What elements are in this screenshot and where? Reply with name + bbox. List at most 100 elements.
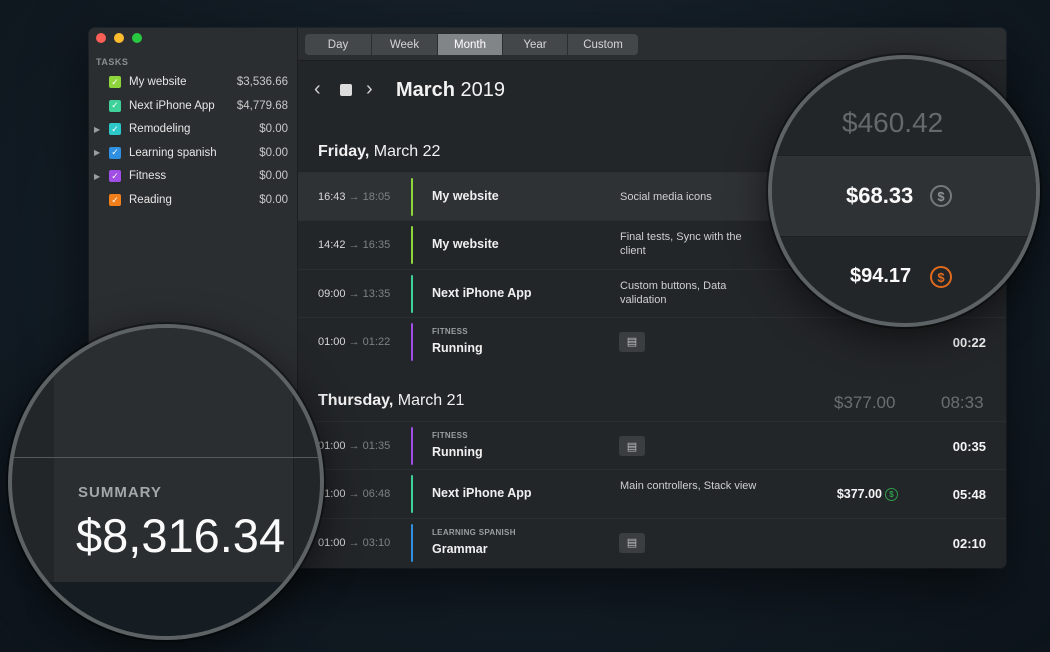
entry-task-tag: FITNESS [432, 326, 468, 336]
entry-end: 13:35 [362, 287, 391, 300]
entry-title: Next iPhone App [432, 486, 532, 501]
task-item[interactable]: ▶ ✓ Fitness $0.00 [89, 165, 298, 187]
entry-end: 01:35 [362, 440, 391, 452]
task-color-bar [411, 523, 413, 562]
day-date: March 22 [373, 143, 441, 160]
task-item[interactable]: ▶ ✓ Learning spanish $0.00 [89, 142, 298, 164]
entry-title: Running [432, 340, 483, 355]
task-checkbox[interactable]: ✓ [109, 76, 121, 88]
day-weekday: Thursday, [318, 392, 394, 409]
task-item[interactable]: ▶ ✓ Remodeling $0.00 [89, 118, 298, 140]
window-controls [96, 33, 142, 43]
entry-title: Running [432, 445, 483, 459]
task-name: Remodeling [129, 123, 191, 136]
dollar-coin-icon[interactable]: $ [930, 185, 952, 207]
entry-start: 16:43 [318, 191, 346, 203]
disclosure-triangle-icon[interactable]: ▶ [94, 148, 100, 157]
task-color-bar [411, 427, 413, 465]
entry-time-range: 01:00 → 03:10 [318, 536, 391, 549]
task-color-bar [411, 178, 413, 216]
zoom-window-button[interactable] [132, 33, 142, 43]
period-year: 2019 [460, 79, 505, 101]
day-header: Friday, March 22 [318, 143, 440, 161]
segment-week[interactable]: Week [372, 34, 438, 55]
previous-period-icon[interactable]: ‹ [314, 78, 334, 101]
entry-start: 09:00 [318, 287, 346, 300]
task-color-bar [411, 226, 413, 265]
task-name: Reading [129, 194, 172, 206]
add-note-icon[interactable]: ▤ [619, 331, 645, 352]
disclosure-triangle-icon[interactable]: ▶ [94, 125, 100, 134]
task-amount: $0.00 [259, 194, 288, 206]
task-item[interactable]: ✓ Next iPhone App $4,779.68 [89, 95, 298, 117]
entry-time-range: 09:00 → 13:35 [318, 287, 391, 300]
task-name: Fitness [129, 170, 167, 183]
task-amount: $3,536.66 [236, 76, 288, 88]
segment-month[interactable]: Month [438, 34, 503, 55]
entry-time-range: 14:42 → 16:35 [318, 239, 391, 252]
minimize-window-button[interactable] [114, 33, 124, 43]
entry-amount: $68.33 [846, 183, 914, 208]
entry-start: 01:00 [318, 335, 346, 348]
entry-time-range: 01:00 → 01:35 [318, 440, 391, 452]
entry-duration: 00:22 [952, 334, 986, 350]
time-entry-row[interactable]: 01:00 → 01:35 FITNESS Running ▤ 00:35 [298, 421, 1006, 469]
entry-start: 01:00 [318, 536, 346, 549]
period-navigation: ‹ › [314, 78, 386, 101]
task-checkbox[interactable]: ✓ [109, 99, 121, 112]
entry-time-range: 16:43 → 18:05 [318, 191, 391, 203]
dollar-coin-icon[interactable]: $ [885, 488, 898, 502]
entry-task-tag: LEARNING SPANISH [432, 527, 516, 537]
segment-year[interactable]: Year [503, 34, 568, 55]
entry-note: Social media icons [620, 191, 712, 203]
task-checkbox[interactable]: ✓ [109, 123, 121, 136]
task-name: Learning spanish [129, 146, 217, 159]
segment-day[interactable]: Day [305, 34, 372, 55]
entry-amount: $377.00 [836, 487, 882, 502]
task-amount: $0.00 [259, 146, 288, 159]
summary-label: SUMMARY [78, 484, 162, 501]
entry-end: 03:10 [362, 536, 391, 549]
entry-note: Main controllers, Stack view [620, 480, 757, 493]
disclosure-triangle-icon[interactable]: ▶ [94, 172, 100, 181]
task-amount: $4,779.68 [236, 99, 288, 112]
add-note-icon[interactable]: ▤ [619, 532, 645, 553]
entry-end: 16:35 [362, 239, 391, 252]
entry-start: 01:00 [318, 440, 346, 452]
zoom-lens-amounts: $460.42 $68.33 $ $94.17 $ [768, 55, 1040, 327]
zoom-lens-summary: SUMMARY $8,316.34 [8, 324, 324, 640]
entry-end: 01:22 [362, 335, 391, 348]
add-note-icon[interactable]: ▤ [619, 436, 645, 456]
task-color-bar [411, 274, 413, 313]
time-entry-row[interactable]: 01:00 → 03:10 LEARNING SPANISH Grammar ▤ 02:… [298, 517, 1006, 566]
close-window-button[interactable] [96, 33, 106, 43]
entry-duration: 00:35 [952, 439, 986, 454]
segment-custom[interactable]: Custom [568, 34, 638, 55]
entry-time-range: 01:00 → 01:22 [318, 335, 391, 348]
day-weekday: Friday, [318, 143, 370, 160]
task-name: Next iPhone App [129, 99, 215, 112]
dollar-coin-icon[interactable]: $ [930, 266, 952, 288]
current-period-button[interactable] [340, 83, 352, 96]
divider [12, 457, 320, 458]
task-name: My website [129, 76, 187, 88]
entry-note: Final tests, Sync with the client [620, 231, 742, 258]
entry-title: My website [432, 237, 499, 252]
task-checkbox[interactable]: ✓ [109, 146, 121, 159]
task-color-bar [411, 475, 413, 514]
entry-title: Grammar [432, 541, 488, 556]
next-period-icon[interactable]: › [366, 78, 386, 101]
task-item[interactable]: ✓ My website $3,536.66 [89, 71, 298, 93]
entry-duration: 05:48 [952, 487, 986, 503]
task-color-bar [411, 322, 413, 361]
time-entry-row[interactable]: 01:00 → 06:48 Next iPhone App Main control… [298, 469, 1006, 517]
period-title: March 2019 [396, 79, 505, 102]
period-total-amount: $460.42 [842, 107, 944, 138]
task-item[interactable]: ✓ Reading $0.00 [89, 189, 298, 211]
task-checkbox[interactable]: ✓ [109, 194, 121, 206]
entry-note: Custom buttons, Data validation [620, 279, 727, 306]
task-checkbox[interactable]: ✓ [109, 170, 121, 183]
tasks-heading: TASKS [96, 57, 129, 67]
entry-amount: $94.17 [850, 265, 912, 287]
entry-title: Next iPhone App [432, 285, 532, 300]
